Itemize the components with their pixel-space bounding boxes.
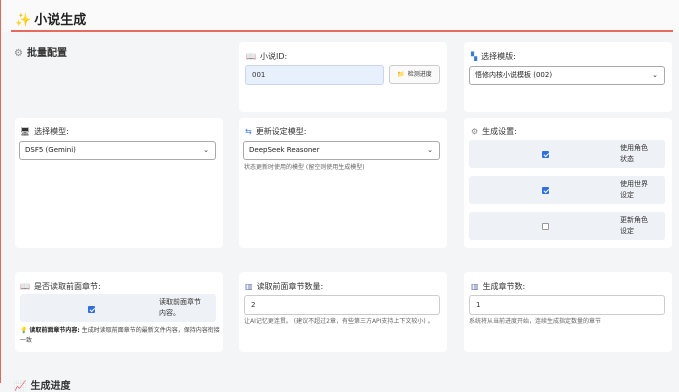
read-previous-option[interactable]: 读取前面章节 内容。 <box>20 294 216 322</box>
book-icon: 📖 <box>246 52 256 61</box>
template-icon: ▚ <box>471 52 478 61</box>
app-frame: ✨ 小说生成 ⚙ 批量配置 📖 小说ID: 001 📁 检测进度 ▚ 选择模版: 悟修内核… <box>0 0 679 392</box>
header-divider <box>11 30 673 32</box>
chevron-down-icon: ⌄ <box>203 146 209 154</box>
chevron-down-icon: ⌄ <box>652 71 658 79</box>
read-previous-label: 📖 是否读取前面章节: <box>20 281 101 292</box>
read-previous-note-title: 读取前面章节内容: <box>29 327 80 334</box>
lightbulb-icon: 💡 <box>20 327 28 334</box>
use-character-state-label: 使用角色 状态 <box>620 144 648 163</box>
template-select-value: 悟修内核小说模板 (002) <box>475 71 553 79</box>
novel-id-card: 📖 小说ID: 001 📁 检测进度 <box>239 42 447 112</box>
gen-settings-card: ⚙ 生成设置: 使用角色 状态 使用世界 设定 更新角色 设定 <box>464 118 672 248</box>
bar-chart-icon: ▥ <box>245 282 253 291</box>
use-character-state-checkbox[interactable] <box>542 151 549 158</box>
option-update-character-setting[interactable]: 更新角色 设定 <box>469 212 665 240</box>
sync-icon: ⇆ <box>245 127 252 136</box>
book-icon: 📖 <box>20 282 30 291</box>
update-model-help: 状态更新时使用的模型 (留空则使用生成模型) <box>244 164 365 171</box>
page-title-text: 小说生成 <box>34 13 87 28</box>
gear-icon: ⚙ <box>14 48 23 59</box>
read-previous-checkbox[interactable] <box>88 306 95 313</box>
template-card: ▚ 选择模版: 悟修内核小说模板 (002) ⌄ <box>464 42 672 112</box>
read-previous-option-label: 读取前面章节 内容。 <box>159 298 201 317</box>
monitor-icon: 🖥 <box>20 127 31 136</box>
model-select-value: DSF5 (Gemini) <box>25 146 76 154</box>
model-label: 🖥 选择模型: <box>20 126 69 137</box>
read-previous-card: 📖 是否读取前面章节: 读取前面章节 内容。 💡 读取前面章节内容: 生成时读取前… <box>15 272 223 352</box>
chapter-count-card: ▥ 生成章节数: 1 系统将从当前进度开始，连续生成指定数量的章节 <box>464 272 672 352</box>
update-model-label: ⇆ 更新设定模型: <box>245 126 306 137</box>
option-use-character-state[interactable]: 使用角色 状态 <box>469 140 665 168</box>
prev-count-help: 让AI记忆更连贯。 (建议不超过2章，有些第三方API支持上下文较小) 。 <box>244 318 434 325</box>
template-label-text: 选择模版: <box>481 52 516 61</box>
option-use-world-setting[interactable]: 使用世界 设定 <box>469 176 665 204</box>
detect-progress-label: 检测进度 <box>407 71 432 78</box>
novel-id-label-text: 小说ID: <box>259 52 288 61</box>
gear-icon: ⚙ <box>471 127 479 136</box>
novel-id-label: 📖 小说ID: <box>246 51 287 62</box>
prev-count-label: ▥ 读取前面章节数量: <box>245 281 323 292</box>
prev-count-input[interactable]: 2 <box>244 295 440 315</box>
use-world-setting-label: 使用世界 设定 <box>620 180 648 199</box>
prev-count-card: ▥ 读取前面章节数量: 2 让AI记忆更连贯。 (建议不超过2章，有些第三方API… <box>239 272 447 352</box>
gen-settings-label: ⚙ 生成设置: <box>471 126 517 137</box>
page-header: ✨ 小说生成 <box>2 0 679 32</box>
detect-progress-button[interactable]: 📁 检测进度 <box>389 65 440 84</box>
read-previous-label-text: 是否读取前面章节: <box>33 282 101 291</box>
chapter-count-label: ▥ 生成章节数: <box>471 281 525 292</box>
update-model-select[interactable]: DeepSeek Reasoner ⌄ <box>243 141 440 160</box>
progress-section-title: 📈 生成进度 <box>14 377 70 392</box>
update-character-setting-checkbox[interactable] <box>542 223 549 230</box>
sparkles-icon: ✨ <box>15 13 32 28</box>
model-label-text: 选择模型: <box>34 127 69 136</box>
folder-icon: 📁 <box>397 71 405 78</box>
read-previous-note: 💡 读取前面章节内容: 生成时读取前面章节的最新文件内容，保持内容衔接一致 <box>20 326 220 346</box>
update-model-label-text: 更新设定模型: <box>255 127 307 136</box>
update-model-select-value: DeepSeek Reasoner <box>249 146 320 154</box>
novel-id-input[interactable]: 001 <box>245 65 384 85</box>
update-model-card: ⇆ 更新设定模型: DeepSeek Reasoner ⌄ 状态更新时使用的模型 … <box>239 118 447 248</box>
gen-settings-label-text: 生成设置: <box>482 127 517 136</box>
chapter-count-label-text: 生成章节数: <box>482 282 526 291</box>
chevron-down-icon: ⌄ <box>427 146 433 154</box>
update-character-setting-label: 更新角色 设定 <box>620 216 648 235</box>
model-card: 🖥 选择模型: DSF5 (Gemini) ⌄ <box>15 118 223 248</box>
page-title: ✨ 小说生成 <box>15 9 86 28</box>
use-world-setting-checkbox[interactable] <box>542 187 549 194</box>
template-label: ▚ 选择模版: <box>471 51 516 62</box>
chapter-count-help: 系统将从当前进度开始，连续生成指定数量的章节 <box>469 318 602 325</box>
chapter-count-input[interactable]: 1 <box>469 295 665 315</box>
section-title: ⚙ 批量配置 <box>14 44 67 59</box>
model-select[interactable]: DSF5 (Gemini) ⌄ <box>19 141 216 160</box>
bar-chart-icon: ▥ <box>471 282 479 291</box>
template-select[interactable]: 悟修内核小说模板 (002) ⌄ <box>469 66 665 85</box>
prev-count-label-text: 读取前面章节数量: <box>256 282 324 291</box>
section-title-text: 批量配置 <box>26 48 67 59</box>
